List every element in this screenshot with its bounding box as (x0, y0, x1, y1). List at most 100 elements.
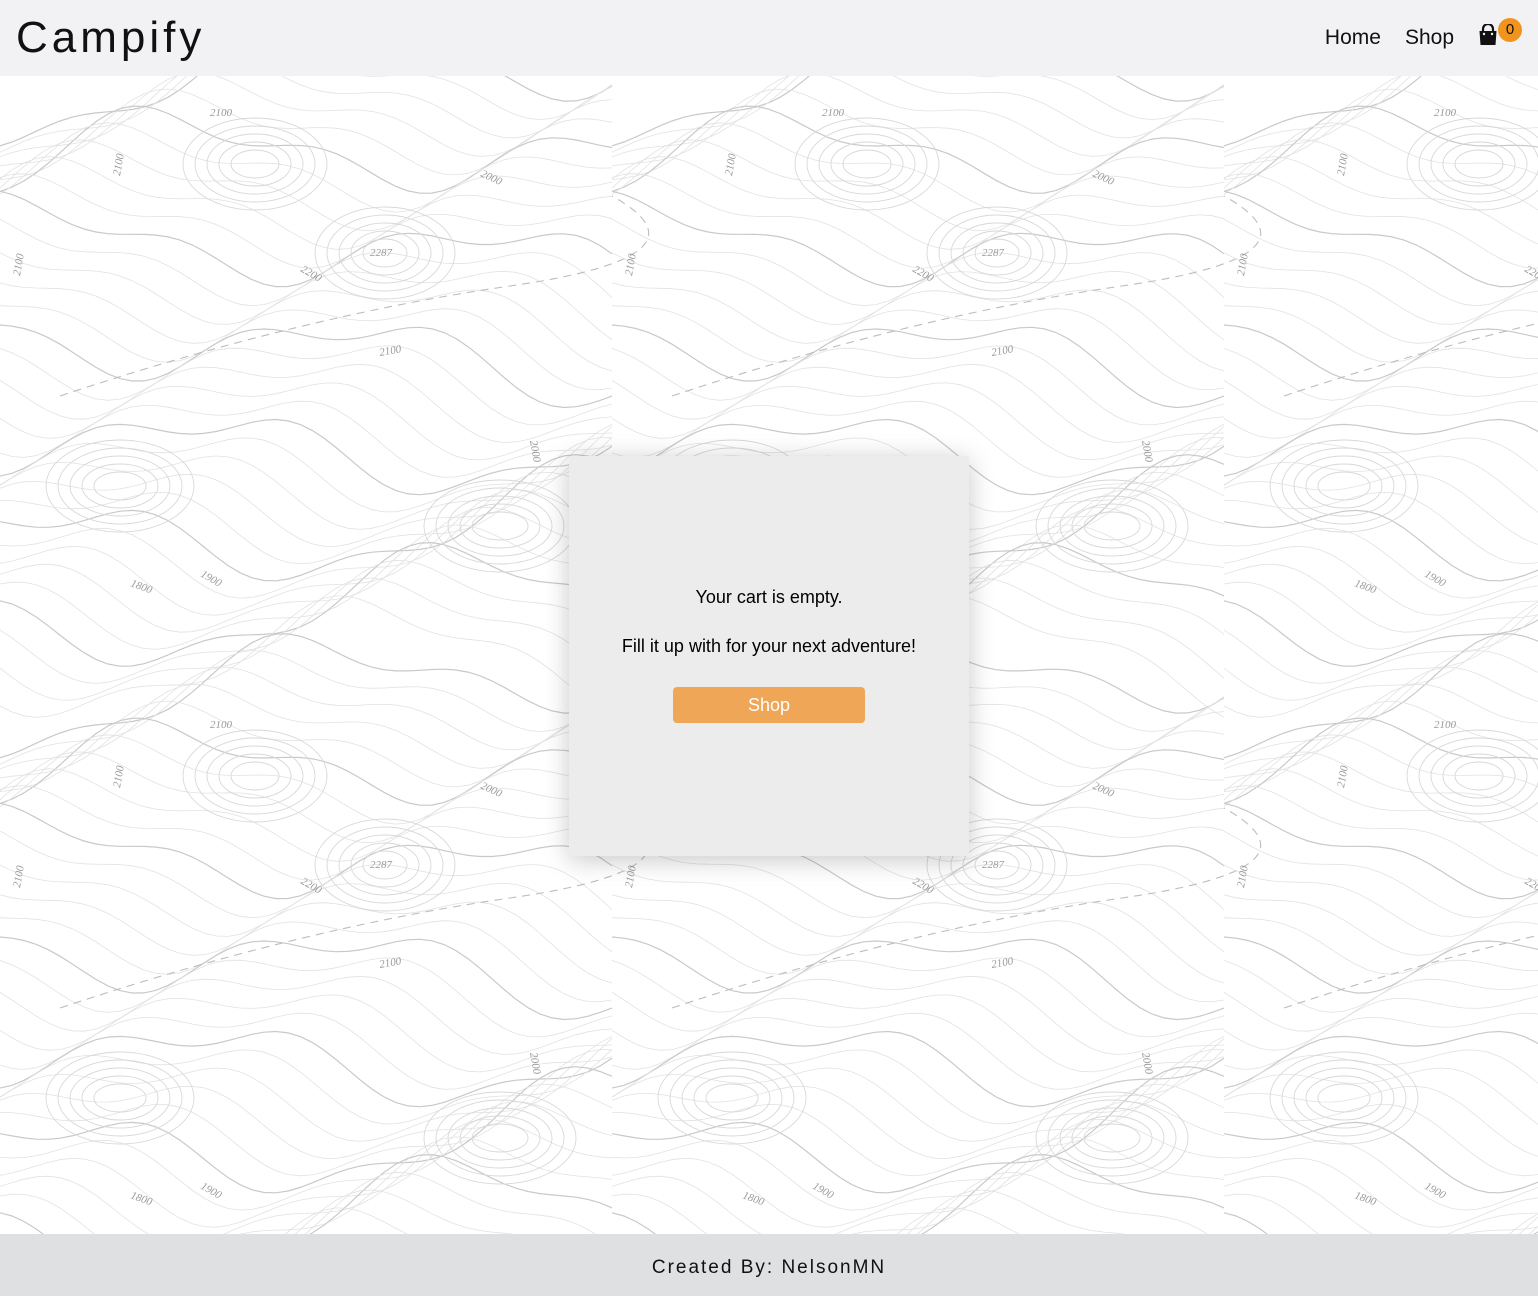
contour-peak (206, 133, 304, 195)
contour-line (1223, 282, 1538, 344)
contour-line (611, 994, 1225, 1073)
contour-peak (230, 761, 280, 791)
contour-line (0, 994, 613, 1073)
contour-peak (1430, 745, 1528, 807)
contour-line (1223, 1175, 1538, 1234)
contour-line (611, 1153, 1225, 1234)
elevation-label: 1900 (1423, 568, 1448, 590)
elevation-label: 1800 (129, 1190, 154, 1209)
elevation-label: 2100 (111, 764, 127, 788)
contour-peak (57, 447, 183, 525)
contour-peak (194, 737, 316, 815)
contour-line (906, 1189, 1127, 1234)
trail-line (1283, 934, 1538, 1009)
trail-line (1283, 322, 1538, 397)
contour-line (611, 382, 1225, 461)
contour-line (0, 76, 613, 167)
contour-peak (1293, 455, 1395, 517)
elevation-label: 2100 (1434, 107, 1457, 119)
contour-line (611, 363, 1225, 443)
elevation-label: 2100 (990, 955, 1014, 971)
elevation-label: 2287 (982, 247, 1005, 259)
nav-shop-link[interactable]: Shop (1405, 26, 1454, 50)
contour-line (611, 139, 1225, 232)
elevation-label: 2100 (1335, 152, 1351, 176)
elevation-label: 2100 (378, 343, 402, 359)
elevation-label: 2100 (210, 107, 233, 119)
empty-cart-card: Your cart is empty. Fill it up with for … (569, 456, 969, 856)
contour-line (1223, 1157, 1538, 1228)
contour-peak (1454, 761, 1504, 791)
contour-line (611, 975, 1225, 1055)
elevation-label: 2100 (623, 252, 639, 276)
contour-peak (705, 1083, 759, 1113)
elevation-label: 1900 (1423, 1180, 1448, 1202)
contour-line (0, 426, 613, 530)
contour-line (0, 424, 613, 547)
contour-line (1223, 76, 1412, 153)
shopping-bag-icon (1479, 24, 1497, 45)
elevation-label: 2287 (982, 859, 1005, 871)
contour-peak (206, 745, 304, 807)
site-logo[interactable]: Campify (16, 12, 205, 64)
contour-peak (669, 1059, 795, 1137)
contour-line (1223, 491, 1538, 565)
contour-line (611, 282, 1225, 372)
contour-peak (1418, 737, 1538, 815)
elevation-label: 2000 (479, 168, 504, 188)
elevation-label: 2100 (1235, 864, 1251, 888)
contour-peak (471, 511, 529, 541)
contour-line (1223, 1121, 1538, 1194)
elevation-label: 2287 (370, 247, 393, 259)
contour-line (0, 105, 613, 194)
contour-line (611, 1038, 1225, 1142)
contour-peak (681, 1067, 783, 1129)
elevation-label: 2100 (822, 107, 845, 119)
elevation-label: 1900 (199, 568, 224, 590)
contour-peak (1059, 1107, 1165, 1169)
contour-line (0, 975, 613, 1055)
nav-home-link[interactable]: Home (1325, 26, 1381, 50)
contour-peak (842, 149, 892, 179)
contour-line (0, 1101, 613, 1228)
contour-line (1223, 996, 1538, 1051)
contour-line (0, 382, 613, 461)
elevation-label: 1800 (129, 578, 154, 597)
contour-line (0, 700, 613, 792)
contour-peak (57, 1059, 183, 1137)
contour-peak (447, 1107, 553, 1169)
contour-peak (1281, 1059, 1407, 1137)
contour-line (0, 577, 613, 701)
contour-line (611, 105, 1225, 194)
contour-line (0, 122, 613, 213)
elevation-label: 2000 (527, 1051, 543, 1075)
elevation-label: 2000 (1139, 439, 1155, 463)
contour-peak (1083, 1123, 1141, 1153)
contour-line (0, 541, 613, 667)
site-footer: Created By: NelsonMN (0, 1234, 1538, 1296)
contour-line (611, 122, 1225, 213)
elevation-label: 2000 (479, 780, 504, 800)
contour-line (1223, 802, 1538, 900)
contour-line (0, 1038, 613, 1142)
contour-line (0, 751, 613, 844)
contour-line (611, 324, 1225, 409)
contour-line (0, 173, 613, 269)
contour-line (611, 894, 1225, 984)
elevation-label: 1800 (1353, 1190, 1378, 1209)
shop-button[interactable]: Shop (673, 687, 865, 723)
contour-line (294, 1189, 515, 1234)
contour-line (1223, 785, 1538, 881)
elevation-label: 2000 (527, 439, 543, 463)
contour-line (1223, 959, 1538, 1013)
contour-line (0, 734, 613, 825)
contour-line (1223, 581, 1538, 650)
contour-peak (93, 471, 147, 501)
elevation-label: 2000 (1139, 1051, 1155, 1075)
elevation-label: 2100 (723, 152, 739, 176)
contour-peak (1430, 133, 1528, 195)
cart-button[interactable]: 0 (1478, 18, 1522, 58)
elevation-label: 2100 (210, 719, 233, 731)
contour-line (1223, 1030, 1538, 1089)
elevation-label: 2100 (378, 955, 402, 971)
